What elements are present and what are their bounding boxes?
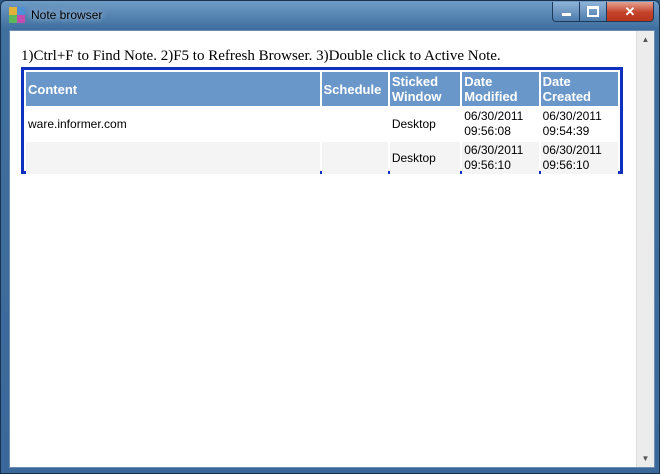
cell-date-created: 06/30/2011 09:54:39 bbox=[542, 109, 602, 138]
scroll-down-arrow-icon[interactable]: ▼ bbox=[637, 450, 654, 467]
cell-content: ware.informer.com bbox=[28, 116, 127, 131]
cell-window: Desktop bbox=[391, 116, 436, 131]
minimize-button[interactable] bbox=[552, 2, 580, 22]
maximize-button[interactable] bbox=[579, 2, 607, 22]
cell-schedule bbox=[321, 142, 388, 174]
notes-table-container: Content Schedule Sticked Window Date Mod… bbox=[21, 67, 623, 174]
column-header-sticked-window[interactable]: Sticked Window bbox=[389, 72, 461, 106]
close-button[interactable]: ✕ bbox=[606, 2, 654, 22]
column-header-date-created[interactable]: Date Created bbox=[540, 72, 618, 106]
app-icon bbox=[9, 7, 25, 23]
cell-date-modified: 06/30/2011 09:56:10 bbox=[462, 142, 539, 174]
scroll-up-arrow-icon[interactable]: ▲ bbox=[637, 31, 654, 48]
maximize-icon bbox=[587, 6, 599, 17]
column-header-content[interactable]: Content bbox=[26, 72, 320, 106]
cell-window: Desktop bbox=[389, 142, 461, 174]
client-area: 1)Ctrl+F to Find Note. 2)F5 to Refresh B… bbox=[9, 30, 655, 468]
window-title: Note browser bbox=[31, 8, 103, 22]
table-row[interactable]: Desktop 06/30/2011 09:56:10 06/30/2011 09:… bbox=[26, 142, 618, 174]
note-browser-window: Note browser ✕ 1)Ctrl+F to Find Note. 2)… bbox=[0, 0, 660, 474]
instructions-text: 1)Ctrl+F to Find Note. 2)F5 to Refresh B… bbox=[21, 48, 501, 64]
column-header-schedule[interactable]: Schedule bbox=[321, 72, 388, 106]
cell-date-modified: 06/30/2011 09:56:08 bbox=[464, 109, 524, 138]
cell-schedule bbox=[322, 108, 388, 140]
table-row[interactable]: ware.informer.com Desktop 06/30/2011 09:5… bbox=[26, 108, 618, 140]
close-icon: ✕ bbox=[624, 3, 636, 19]
vertical-scrollbar[interactable]: ▲ ▼ bbox=[636, 31, 654, 467]
title-bar[interactable]: Note browser ✕ bbox=[1, 1, 659, 31]
table-header-row: Content Schedule Sticked Window Date Mod… bbox=[26, 72, 618, 106]
cell-content bbox=[26, 142, 320, 174]
minimize-icon bbox=[561, 13, 571, 16]
notes-table: Content Schedule Sticked Window Date Mod… bbox=[24, 70, 620, 176]
column-header-date-modified[interactable]: Date Modified bbox=[462, 72, 539, 106]
cell-date-created: 06/30/2011 09:56:10 bbox=[540, 142, 618, 174]
